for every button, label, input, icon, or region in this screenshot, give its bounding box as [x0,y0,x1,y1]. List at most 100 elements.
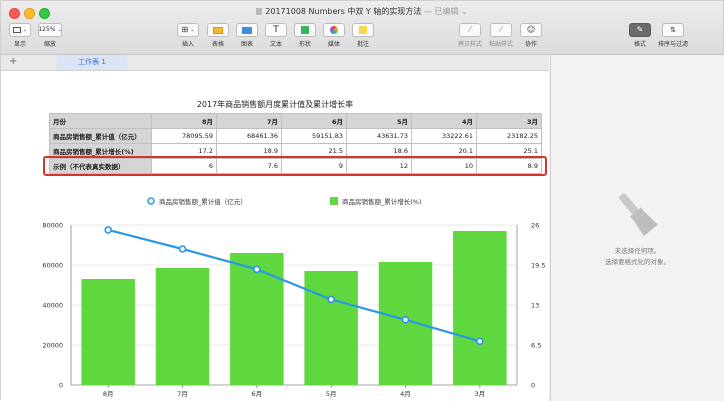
numbers-window: 20171008 Numbers 中双 Y 轴的实现方法 — 已编辑 ⌄ ⌄ 显… [0,0,724,401]
x-tick-label: 3月 [475,390,486,398]
comment-button[interactable]: 批注 [352,23,374,48]
format-sidebar: 未选择任何项。 选择要格式化的对象。 [550,55,724,401]
shape-label: 形状 [298,41,311,48]
paste-style-label: 粘贴样式 [489,41,514,48]
collaborate-button[interactable]: ☺ 协作 [520,23,542,48]
collaborate-icon: ☺ [526,25,536,34]
copy-style-label: 拷贝样式 [458,41,483,48]
sort-filter-button[interactable]: ⇅ 排序与过滤 [658,23,688,48]
bar [304,271,358,385]
media-label: 媒体 [327,41,340,48]
y-right-tick-label: 0 [531,382,535,390]
text-icon: T [273,25,279,35]
table-button[interactable]: 表格 [207,23,229,48]
zoom-value: 125% [38,26,56,33]
table-cell[interactable]: 78095.59 [151,128,217,144]
media-icon [330,26,338,34]
header-cell[interactable]: 3月 [476,113,542,129]
text-button[interactable]: T 文本 [265,23,287,48]
chevron-down-icon: ⌄ [22,27,28,33]
chevron-down-icon: ⌄ [190,27,195,33]
y-right-tick-label: 13 [531,302,539,310]
left-axis: 0 20000 40000 60000 80000 [42,222,63,390]
table-cell[interactable]: 59151.83 [281,128,347,144]
header-cell[interactable]: 6月 [281,113,347,129]
window-title: 20171008 Numbers 中双 Y 轴的实现方法 — 已编辑 ⌄ [1,6,723,17]
x-tick-label: 6月 [252,390,263,398]
shape-button[interactable]: 形状 [294,23,316,48]
header-cell[interactable]: 8月 [151,113,217,129]
shape-icon [301,26,309,34]
copy-style-button[interactable]: ⁄ 拷贝样式 [458,23,482,48]
table-cell[interactable]: 33222.61 [411,128,477,144]
chevron-down-icon: ⌄ [57,27,62,33]
y-right-tick-label: 19.5 [531,262,545,270]
y-left-tick-label: 60000 [42,262,63,270]
zoom-label: 缩放 [43,41,56,48]
line-point [253,265,261,274]
bar-series [81,231,507,385]
paste-style-button[interactable]: ⁄ 粘贴样式 [489,23,513,48]
header-cell[interactable]: 4月 [411,113,477,129]
insert-icon: ⊞ [181,25,189,34]
dual-axis-chart[interactable]: 商品房销售额_累计值（亿元） 商品房销售额_累计增长(%) 0 20000 4000… [1,189,549,401]
sidebar-empty-hint: 选择要格式化的对象。 [605,258,670,266]
chart-icon [242,26,252,34]
text-label: 文本 [269,41,282,48]
tab-sheet-1[interactable]: 工作表 1 [57,55,127,70]
paintbrush-icon: ✎ [636,25,644,34]
format-label: 格式 [633,41,646,48]
y-right-tick-label: 6.5 [531,342,541,350]
legend-bar-label: 商品房销售额_累计增长(%) [342,197,422,206]
line-point [178,245,187,253]
document-icon [256,8,263,15]
table-cell[interactable]: 23182.25 [476,128,542,144]
sidebar-empty-title: 未选择任何项。 [614,247,661,255]
format-button[interactable]: ✎ 格式 [629,23,651,48]
y-left-tick-label: 0 [59,382,63,390]
eyedropper-icon: ⁄ [469,25,471,34]
view-menu-button[interactable]: ⌄ 显示 [9,23,31,48]
table-header-row: 月份 8月 7月 6月 5月 4月 3月 [49,113,542,129]
insert-button[interactable]: ⊞ ⌄ 插入 [177,23,199,48]
collaborate-label: 协作 [524,41,537,48]
legend-line-marker [147,197,155,205]
media-button[interactable]: 媒体 [323,23,345,48]
view-label: 显示 [13,41,26,48]
table-cell[interactable]: 68461.36 [216,128,282,144]
sort-icon: ⇅ [670,26,676,34]
header-cell[interactable]: 5月 [346,113,412,129]
right-axis: 0 6.5 13 19.5 26 [531,222,545,390]
legend-line-label: 商品房销售额_累计值（亿元） [159,197,247,206]
legend-bar-marker [330,197,338,205]
table-cell[interactable]: 43631.73 [346,128,412,144]
x-tick-label: 4月 [400,390,411,398]
sidebar-view-icon [12,27,21,33]
row-header-cell[interactable]: 商品房销售额_累计值（亿元） [49,128,152,144]
header-cell[interactable]: 月份 [49,113,152,129]
sort-label: 排序与过滤 [658,41,689,48]
line-point [401,315,410,324]
line-point [104,226,112,234]
zoom-menu-button[interactable]: 125% ⌄ 缩放 [38,23,62,48]
bar [155,268,210,385]
sheet-tab-bar: + 工作表 1 [1,55,549,71]
table-icon [213,26,223,34]
y-left-tick-label: 40000 [42,302,63,310]
title-chevron-icon[interactable]: ⌄ [461,7,468,16]
highlight-box [43,156,547,176]
paste-brush-icon: ⁄ [500,25,502,34]
chart-legend: 商品房销售额_累计值（亿元） 商品房销售额_累计增长(%) [147,197,422,206]
add-sheet-button[interactable]: + [9,56,17,67]
header-cell[interactable]: 7月 [216,113,282,129]
comment-icon [359,26,367,34]
y-left-tick-label: 20000 [42,342,63,350]
x-axis-labels: 8月 7月 6月 5月 4月 3月 [103,390,485,398]
toolbar: 20171008 Numbers 中双 Y 轴的实现方法 — 已编辑 ⌄ ⌄ 显… [1,1,723,55]
x-tick-label: 7月 [177,390,188,398]
y-left-tick-label: 80000 [42,222,63,230]
chart-button[interactable]: 图表 [236,23,258,48]
y-right-tick-label: 26 [531,222,539,230]
bar [81,279,135,385]
table-title: 2017年商品销售额月度累计值及累计增长率 [196,100,354,109]
